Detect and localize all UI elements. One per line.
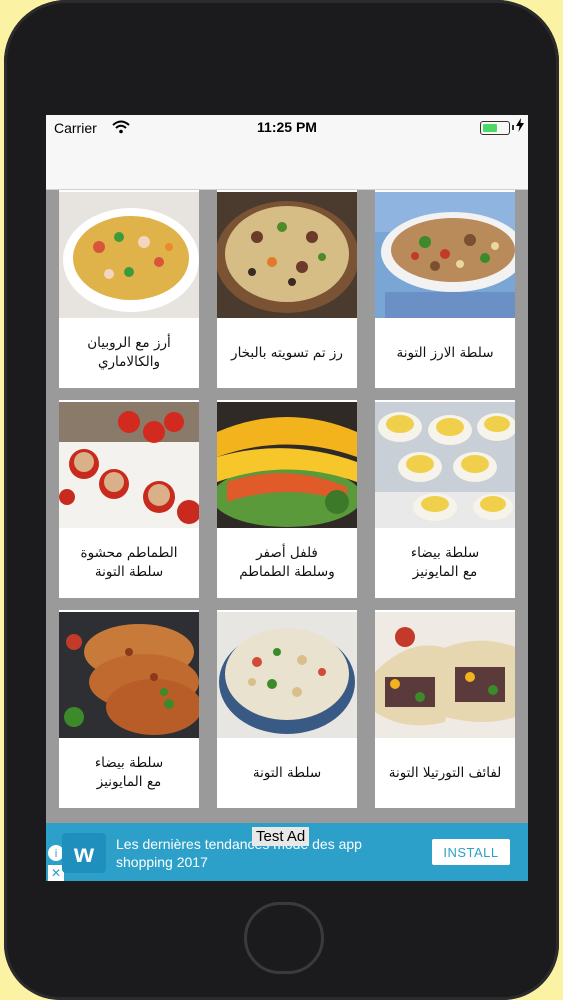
recipe-label: الطماطم محشوة سلطة التونة — [80, 545, 178, 580]
recipe-label: سلطة بيضاء مع المايونيز — [410, 545, 480, 580]
navigation-bar — [46, 141, 528, 190]
recipe-cell[interactable]: رز تم تسويته بالبخار — [217, 190, 357, 388]
recipe-image — [217, 612, 357, 738]
recipe-cell[interactable]: فلفل أصفر وسلطة الطماطم — [217, 400, 357, 598]
recipe-image — [59, 612, 199, 738]
recipe-cell[interactable]: لفائف التورتيلا التونة — [375, 610, 515, 808]
ad-logo-letter: w — [73, 837, 95, 868]
recipe-label: سلطة بيضاء مع المايونيز — [94, 755, 164, 790]
recipe-image — [217, 402, 357, 528]
ad-app-logo: w — [62, 833, 106, 873]
recipe-image — [59, 402, 199, 528]
battery-tip — [512, 125, 514, 130]
battery-icon — [480, 121, 510, 135]
status-bar: Carrier 11:25 PM — [46, 115, 528, 141]
phone-frame: Carrier 11:25 PM سلطة الارز التونة رز تم… — [4, 0, 559, 1000]
recipe-image — [375, 402, 515, 528]
ad-text: Les dernières tendances mode des app sho… — [116, 836, 362, 870]
recipe-cell[interactable]: أرز مع الروبيان والكالاماري — [59, 190, 199, 388]
recipe-label: لفائف التورتيلا التونة — [388, 764, 502, 781]
recipe-label: سلطة التونة — [252, 764, 322, 781]
recipe-grid: سلطة الارز التونة رز تم تسويته بالبخار أ… — [46, 190, 528, 823]
test-ad-label: Test Ad — [252, 827, 310, 846]
screen: Carrier 11:25 PM سلطة الارز التونة رز تم… — [46, 115, 528, 881]
recipe-cell[interactable]: سلطة بيضاء مع المايونيز — [375, 400, 515, 598]
recipe-image — [217, 192, 357, 318]
home-button[interactable] — [244, 902, 324, 974]
recipe-image — [375, 612, 515, 738]
recipe-image — [375, 192, 515, 318]
recipe-label: سلطة الارز التونة — [396, 344, 494, 361]
recipe-image — [59, 192, 199, 318]
ad-banner[interactable]: i ✕ w Les dernières tendances mode des a… — [46, 823, 528, 881]
recipe-label: فلفل أصفر وسلطة الطماطم — [239, 545, 335, 580]
charging-bolt-icon — [516, 118, 524, 132]
recipe-label: رز تم تسويته بالبخار — [231, 344, 343, 361]
recipe-label: أرز مع الروبيان والكالاماري — [87, 335, 171, 370]
recipe-cell[interactable]: سلطة التونة — [217, 610, 357, 808]
recipe-cell[interactable]: الطماطم محشوة سلطة التونة — [59, 400, 199, 598]
status-time: 11:25 PM — [257, 119, 317, 135]
install-button[interactable]: INSTALL — [432, 839, 510, 865]
battery-fill — [483, 124, 497, 132]
recipe-cell[interactable]: سلطة بيضاء مع المايونيز — [59, 610, 199, 808]
recipe-cell[interactable]: سلطة الارز التونة — [375, 190, 515, 388]
